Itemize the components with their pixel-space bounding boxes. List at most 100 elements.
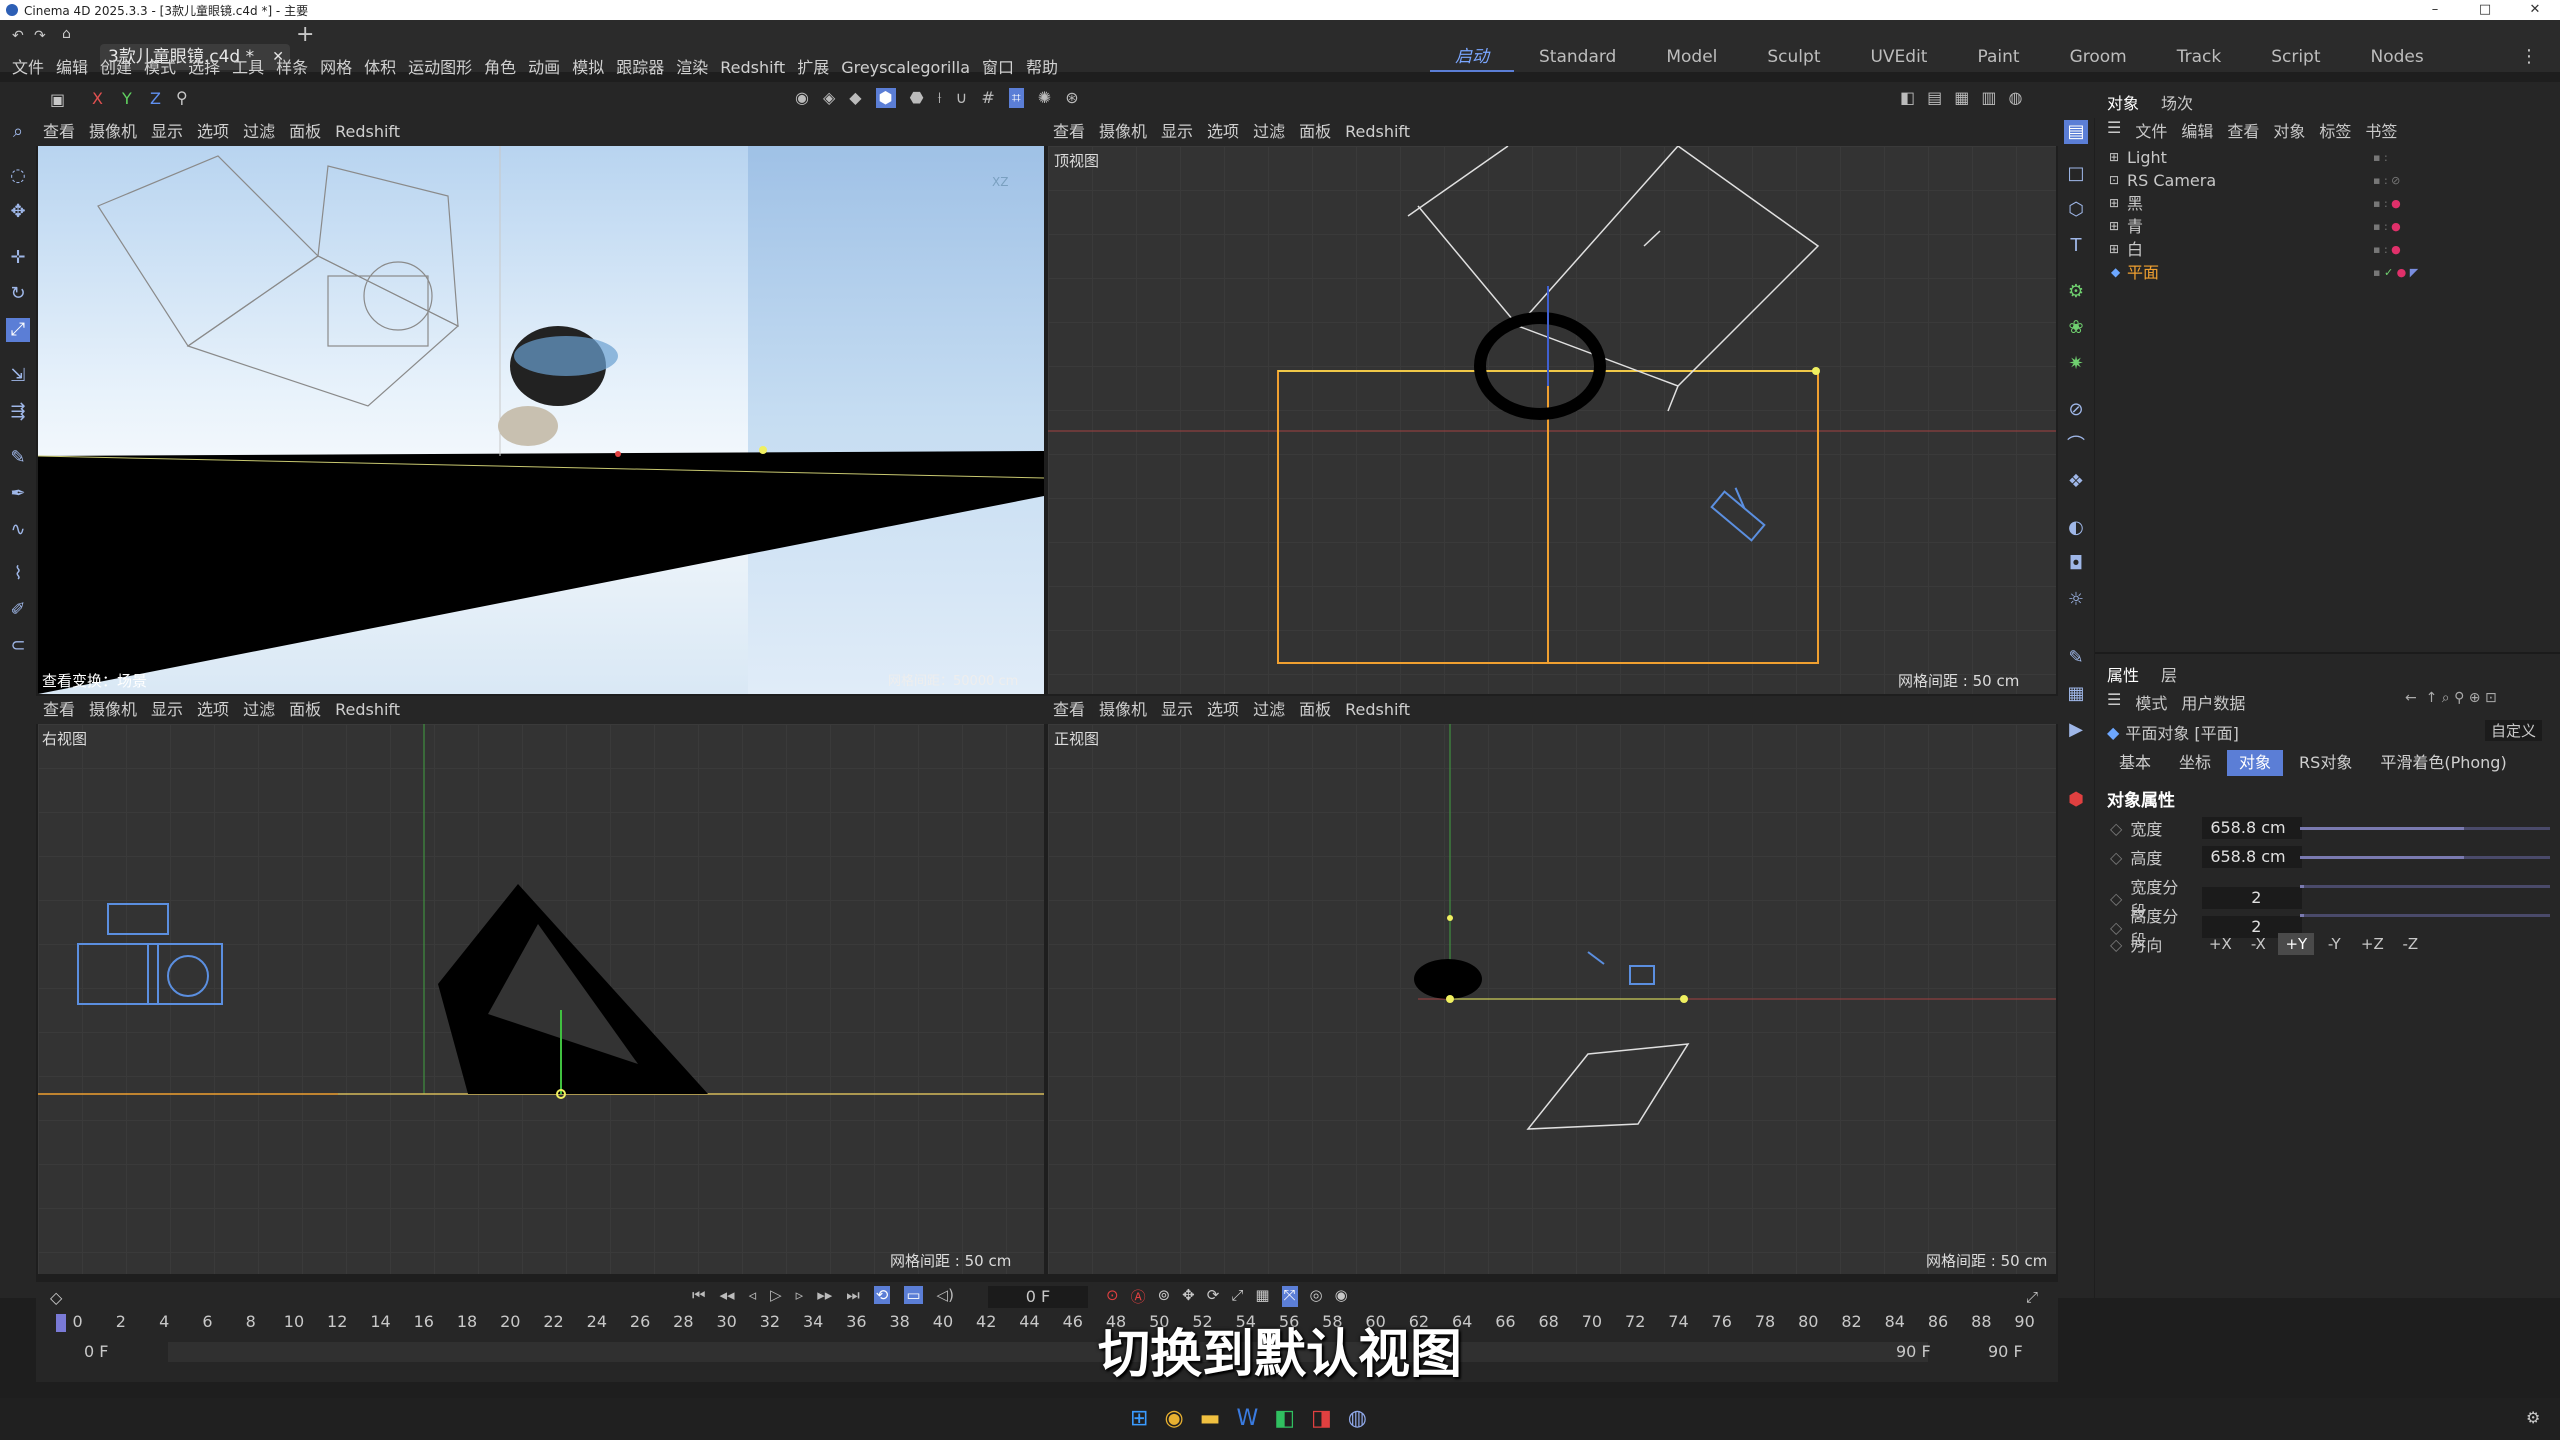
menu-item[interactable]: 体积 bbox=[358, 56, 402, 80]
deformer-icon[interactable]: ✷ bbox=[2064, 352, 2088, 376]
vp-top-menu-redshift[interactable]: Redshift bbox=[1338, 118, 1417, 146]
go-end-icon[interactable]: ⏭ bbox=[846, 1286, 860, 1304]
layout-tab[interactable]: Groom bbox=[2045, 44, 2152, 72]
add-tab-button[interactable]: + bbox=[296, 22, 314, 47]
primitive-icon[interactable]: ⬡ bbox=[2064, 198, 2088, 222]
search-icon[interactable]: ⌕ bbox=[6, 120, 30, 144]
attribute-subtab[interactable]: 坐标 bbox=[2167, 750, 2223, 776]
viewport-right[interactable]: 右视图 网格间距 : 50 cm bbox=[38, 724, 1044, 1274]
play-button-icon[interactable]: ▷ bbox=[770, 1286, 782, 1304]
file-explorer-icon[interactable]: ▬ bbox=[1200, 1406, 1221, 1431]
undo-icon[interactable]: ↶ bbox=[12, 28, 24, 44]
clone-icon[interactable]: ❀ bbox=[2064, 316, 2088, 340]
layout-tab[interactable]: Paint bbox=[1952, 44, 2044, 72]
menu-item[interactable]: 渲染 bbox=[670, 56, 714, 80]
polygons-mode-icon[interactable]: ◆ bbox=[849, 88, 861, 108]
autokey-icon[interactable]: Ⓐ bbox=[1131, 1286, 1146, 1307]
tab-takes[interactable]: 场次 bbox=[2161, 90, 2193, 114]
next-key-icon[interactable]: ▸▸ bbox=[817, 1286, 832, 1304]
layout-tab[interactable]: Track bbox=[2152, 44, 2246, 72]
menu-item[interactable]: 角色 bbox=[478, 56, 522, 80]
preset-dropdown[interactable]: 自定义 bbox=[2485, 720, 2543, 741]
vp-front-menu-camera[interactable]: 摄像机 bbox=[1092, 696, 1154, 724]
attribute-subtab[interactable]: 平滑着色(Phong) bbox=[2368, 750, 2518, 776]
redshift-ipr-icon[interactable]: ◍ bbox=[2009, 88, 2023, 107]
render-view-icon[interactable]: ◧ bbox=[1900, 88, 1915, 107]
height-field[interactable]: 658.8 cm bbox=[2202, 846, 2303, 868]
redshift-icon[interactable]: ⬢ bbox=[2064, 788, 2088, 812]
vp-right-menu-display[interactable]: 显示 bbox=[144, 696, 190, 724]
vp-top-menu-camera[interactable]: 摄像机 bbox=[1092, 118, 1154, 146]
coordinate-system-icon[interactable]: ⚲ bbox=[176, 88, 188, 107]
vp-right-menu-filter[interactable]: 过滤 bbox=[236, 696, 282, 724]
menu-item[interactable]: 选择 bbox=[182, 56, 226, 80]
cube-icon[interactable]: □ bbox=[2064, 162, 2088, 186]
axis-x-button[interactable]: X bbox=[92, 89, 103, 108]
select-icon[interactable]: ◌ bbox=[6, 164, 30, 188]
range-icon[interactable]: ▭ bbox=[904, 1286, 923, 1304]
layout-tab[interactable]: UVEdit bbox=[1845, 44, 1952, 72]
maximize-button[interactable]: □ bbox=[2460, 0, 2510, 20]
points-mode-icon[interactable]: ◉ bbox=[795, 88, 809, 108]
current-frame-field[interactable]: 0 F bbox=[988, 1286, 1088, 1308]
menu-item[interactable]: 编辑 bbox=[50, 56, 94, 80]
height-segments-slider[interactable] bbox=[2300, 914, 2550, 917]
layout-tab[interactable]: Script bbox=[2246, 44, 2345, 72]
more-icon[interactable]: ⋮ bbox=[2520, 46, 2538, 67]
keyframe-icon[interactable]: ◇ bbox=[50, 1288, 62, 1307]
vp-top-menu-filter[interactable]: 过滤 bbox=[1246, 118, 1292, 146]
vp-right-menu-options[interactable]: 选项 bbox=[190, 696, 236, 724]
environment-icon[interactable]: ◐ bbox=[2064, 516, 2088, 540]
light-icon[interactable]: ☼ bbox=[2064, 588, 2088, 612]
menu-item[interactable]: 创建 bbox=[94, 56, 138, 80]
visibility-dots[interactable]: ▪ : ● bbox=[2373, 215, 2401, 238]
vp-right-menu-view[interactable]: 查看 bbox=[36, 696, 82, 724]
soft-select-icon[interactable]: ✺ bbox=[1038, 88, 1051, 108]
paint-icon[interactable]: ✐ bbox=[6, 598, 30, 622]
brush-icon[interactable]: ⌇ bbox=[6, 562, 30, 586]
om-menu-icon[interactable]: ☰ bbox=[2107, 118, 2121, 142]
end-frame-a[interactable]: 90 F bbox=[1896, 1342, 1931, 1361]
menu-item[interactable]: Redshift bbox=[714, 56, 791, 80]
cinema4d-icon[interactable]: ◍ bbox=[1348, 1406, 1367, 1431]
knife-icon[interactable]: ✎ bbox=[6, 446, 30, 470]
cube-select-icon[interactable]: ▣ bbox=[50, 90, 65, 109]
axis-z-button[interactable]: Z bbox=[150, 89, 161, 108]
viewport-top[interactable]: 顶视图 网格间距 : 50 cm bbox=[1048, 146, 2056, 694]
vp-menu-panel[interactable]: 面板 bbox=[282, 118, 328, 146]
vp-menu-redshift[interactable]: Redshift bbox=[328, 118, 407, 146]
axis-mode-icon[interactable]: ⟊ bbox=[938, 88, 942, 108]
home-icon[interactable]: ⌂ bbox=[62, 26, 71, 42]
attributes-icon[interactable]: ✎ bbox=[2064, 646, 2088, 670]
move-key-icon[interactable]: ✥ bbox=[1182, 1286, 1195, 1307]
axis-y-button[interactable]: Y bbox=[122, 89, 132, 108]
object-row-rs-camera[interactable]: ⊡ RS Camera ▪ : ⊘ bbox=[2105, 169, 2545, 192]
layout-tab[interactable]: Standard bbox=[1514, 44, 1641, 72]
scale-icon[interactable]: ⤢ bbox=[6, 318, 30, 342]
visibility-dots[interactable]: ▪ : ⊘ bbox=[2373, 169, 2400, 192]
end-frame-b[interactable]: 90 F bbox=[1988, 1342, 2023, 1361]
vp-right-menu-redshift[interactable]: Redshift bbox=[328, 696, 407, 724]
om-menu-edit[interactable]: 编辑 bbox=[2181, 118, 2213, 142]
layout-tab[interactable]: Nodes bbox=[2346, 44, 2449, 72]
vp-top-menu-options[interactable]: 选项 bbox=[1200, 118, 1246, 146]
field-icon[interactable]: ⊘ bbox=[2064, 398, 2088, 422]
param-key-icon[interactable]: ▦ bbox=[1255, 1286, 1269, 1307]
tab-layers[interactable]: 层 bbox=[2161, 662, 2177, 686]
object-row-cyan[interactable]: ⊞ 青 ▪ : ● bbox=[2105, 215, 2545, 238]
vp-menu-camera[interactable]: 摄像机 bbox=[82, 118, 144, 146]
vp-front-menu-redshift[interactable]: Redshift bbox=[1338, 696, 1417, 724]
vp-top-menu-view[interactable]: 查看 bbox=[1046, 118, 1092, 146]
play-icon[interactable]: ▶ bbox=[2064, 718, 2088, 742]
viewport-front[interactable]: 正视图 网格间距 : 50 cm bbox=[1048, 724, 2056, 1274]
direction-option[interactable]: +Y bbox=[2278, 933, 2315, 955]
extrude-icon[interactable]: ⇶ bbox=[6, 400, 30, 424]
magnet-icon[interactable]: ⊂ bbox=[6, 634, 30, 658]
attribute-subtab[interactable]: 基本 bbox=[2107, 750, 2163, 776]
spline-icon[interactable]: ∿ bbox=[6, 518, 30, 542]
object-row-plane[interactable]: ◆ 平面 ▪ ✓ ● ◤ bbox=[2105, 261, 2545, 284]
layout-tab[interactable]: 启动 bbox=[1430, 44, 1514, 72]
menu-item[interactable]: 工具 bbox=[226, 56, 270, 80]
visibility-dots[interactable]: ▪ ✓ ● ◤ bbox=[2373, 261, 2418, 284]
rotate-icon[interactable]: ↻ bbox=[6, 282, 30, 306]
